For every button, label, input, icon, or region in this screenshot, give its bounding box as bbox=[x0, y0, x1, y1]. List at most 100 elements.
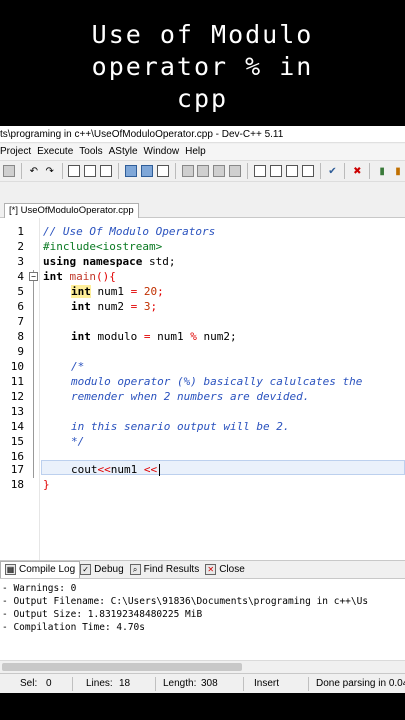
code-line-5: int num1 = 20; bbox=[71, 285, 164, 298]
banner-title-line-1: Use of Modulo bbox=[91, 20, 314, 49]
layout-cascade-icon[interactable] bbox=[301, 164, 315, 178]
run-icon[interactable] bbox=[197, 164, 211, 178]
line-number: 12 bbox=[10, 390, 24, 403]
undo-icon[interactable]: ↶ bbox=[27, 164, 41, 178]
line-number: 1 bbox=[17, 225, 24, 238]
line-number: 11 bbox=[10, 375, 24, 388]
log-line: - Output Filename: C:\Users\91836\Docume… bbox=[2, 596, 369, 607]
line-number: 10 bbox=[10, 360, 24, 373]
status-divider bbox=[155, 677, 156, 691]
code-line-4: int main(){ bbox=[43, 270, 116, 283]
status-lines-label: Lines: bbox=[86, 678, 113, 689]
tab-debug[interactable]: ✓ Debug bbox=[80, 563, 129, 575]
code-line-15: */ bbox=[71, 435, 85, 448]
close-button-label: Close bbox=[219, 563, 245, 575]
status-message: Done parsing in 0.047 bbox=[316, 678, 405, 689]
status-length-value: 308 bbox=[201, 678, 218, 689]
chart-icon[interactable]: ▮ bbox=[375, 164, 389, 178]
menu-bar: Project Execute Tools AStyle Window Help bbox=[0, 144, 405, 160]
text-caret bbox=[159, 464, 161, 476]
line-number: 6 bbox=[17, 300, 24, 313]
toolbar-separator bbox=[61, 163, 63, 179]
status-divider bbox=[72, 677, 73, 691]
code-editor[interactable]: 1 // Use Of Modulo Operators 2 #include<io… bbox=[0, 218, 405, 560]
profile-icon[interactable]: ▮ bbox=[391, 164, 405, 178]
close-button[interactable]: ✕ Close bbox=[205, 563, 251, 575]
status-bar: Sel: 0 Lines: 18 Length: 308 Insert Done… bbox=[0, 673, 405, 693]
layout-window-icon[interactable] bbox=[269, 164, 283, 178]
line-number: 14 bbox=[10, 420, 24, 433]
compile-log-output: - Warnings: 0 - Output Filename: C:\User… bbox=[0, 578, 405, 660]
status-lines-value: 18 bbox=[119, 678, 131, 689]
tab-find-results[interactable]: ⌕ Find Results bbox=[129, 563, 206, 575]
code-line-17: cout<<num1 << bbox=[71, 462, 161, 477]
status-length-label: Length: bbox=[163, 678, 197, 689]
line-number: 17 bbox=[10, 463, 24, 476]
horizontal-scrollbar[interactable] bbox=[0, 660, 405, 672]
toolbar-separator bbox=[118, 163, 120, 179]
line-number: 3 bbox=[17, 255, 24, 268]
code-line-3: using namespace std; bbox=[43, 255, 176, 268]
bottom-letterbox bbox=[0, 693, 405, 720]
add-file-icon[interactable] bbox=[140, 164, 154, 178]
layout-tile-icon[interactable] bbox=[285, 164, 299, 178]
code-line-2: #include<iostream> bbox=[43, 240, 163, 253]
new-project-icon[interactable] bbox=[124, 164, 138, 178]
redo-icon[interactable]: ↷ bbox=[43, 164, 57, 178]
search-icon[interactable] bbox=[68, 164, 82, 178]
status-sel-value: 0 bbox=[46, 678, 52, 689]
tab-find-results-label: Find Results bbox=[143, 563, 200, 575]
toolbar-separator bbox=[247, 163, 249, 179]
line-number: 18 bbox=[10, 478, 24, 491]
check-icon[interactable]: ✔ bbox=[326, 164, 340, 178]
toolbar-separator bbox=[174, 163, 176, 179]
code-line-14: in this senario output will be 2. bbox=[71, 420, 290, 433]
tab-debug-label: Debug bbox=[94, 563, 124, 575]
fold-toggle-icon[interactable]: − bbox=[29, 272, 38, 281]
log-line: - Warnings: 0 bbox=[2, 583, 77, 594]
menu-window[interactable]: Window bbox=[144, 144, 186, 160]
menu-astyle[interactable]: AStyle bbox=[109, 144, 144, 160]
tab-compile-log-label: Compile Log bbox=[19, 564, 76, 575]
bottom-panel-tabs: ▦ Compile Log ✓ Debug ⌕ Find Results ✕ Close bbox=[0, 560, 405, 578]
editor-tab-bar: [*] UseOfModuloOperator.cpp bbox=[0, 183, 405, 218]
status-divider bbox=[308, 677, 309, 691]
line-number: 2 bbox=[17, 240, 24, 253]
window-title: ts\programing in c++\UseOfModuloOperator… bbox=[0, 129, 284, 140]
toolbar-separator bbox=[319, 163, 321, 179]
menu-project[interactable]: Project bbox=[0, 144, 37, 160]
window-titlebar: ts\programing in c++\UseOfModuloOperator… bbox=[0, 126, 405, 143]
banner-title-line-3: cpp bbox=[176, 84, 229, 113]
debug-icon: ✓ bbox=[80, 563, 92, 575]
line-number: 9 bbox=[17, 345, 24, 358]
layout-grid-icon[interactable] bbox=[253, 164, 267, 178]
menu-help[interactable]: Help bbox=[185, 144, 212, 160]
tab-compile-log[interactable]: ▦ Compile Log bbox=[0, 560, 81, 578]
toolbar-separator bbox=[344, 163, 346, 179]
remove-file-icon[interactable] bbox=[156, 164, 170, 178]
code-line-12: remender when 2 numbers are devided. bbox=[71, 390, 310, 403]
indent-icon[interactable] bbox=[2, 164, 16, 178]
video-title-banner: Use of Modulo operator % in cpp bbox=[0, 0, 405, 126]
toolbar-separator bbox=[369, 163, 371, 179]
code-line-11: modulo operator (%) basically calulcates… bbox=[71, 375, 363, 388]
goto-icon[interactable] bbox=[99, 164, 113, 178]
menu-tools[interactable]: Tools bbox=[79, 144, 108, 160]
menu-execute[interactable]: Execute bbox=[37, 144, 79, 160]
status-insert-mode: Insert bbox=[254, 678, 280, 689]
rebuild-icon[interactable] bbox=[228, 164, 242, 178]
line-number: 7 bbox=[17, 315, 24, 328]
scrollbar-thumb[interactable] bbox=[2, 663, 242, 671]
compile-icon[interactable] bbox=[181, 164, 195, 178]
replace-icon[interactable] bbox=[83, 164, 97, 178]
find-icon: ⌕ bbox=[129, 563, 141, 575]
tab-use-of-modulo-operator[interactable]: [*] UseOfModuloOperator.cpp bbox=[4, 203, 139, 218]
status-divider bbox=[243, 677, 244, 691]
stop-icon[interactable]: ✖ bbox=[350, 164, 364, 178]
line-number: 15 bbox=[10, 435, 24, 448]
log-line: - Compilation Time: 4.70s bbox=[2, 622, 145, 633]
compile-run-icon[interactable] bbox=[212, 164, 226, 178]
log-line: - Output Size: 1.83192348480225 MiB bbox=[2, 609, 203, 620]
line-number: 5 bbox=[17, 285, 24, 298]
code-line-6: int num2 = 3; bbox=[71, 300, 158, 313]
